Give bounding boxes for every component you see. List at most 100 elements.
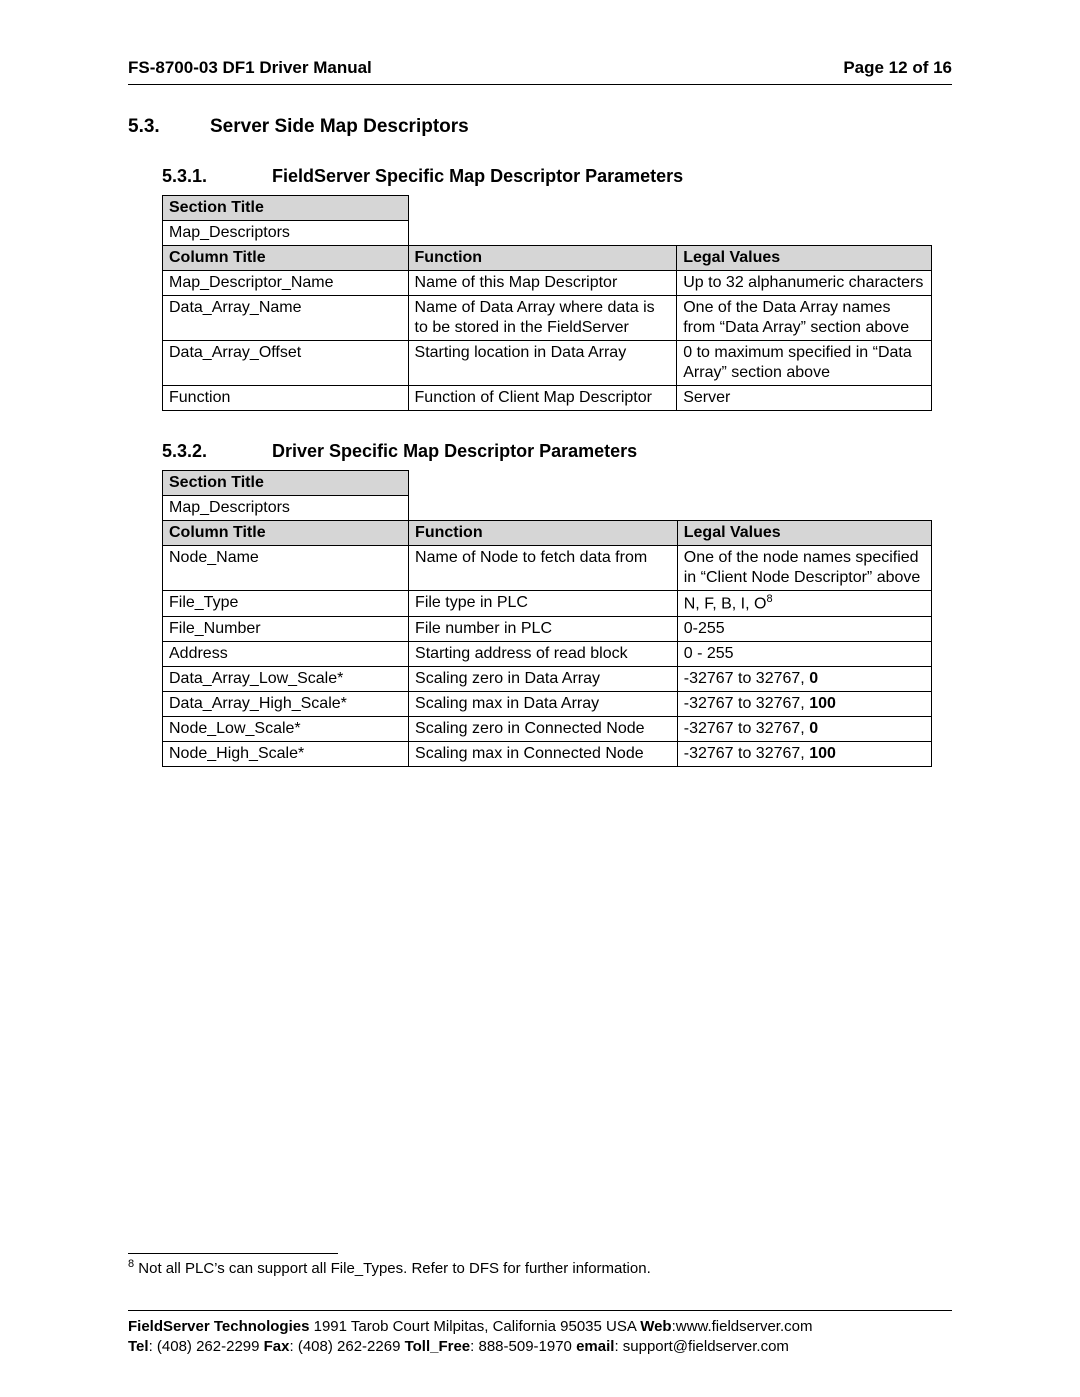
footer-toll-label: Toll_Free bbox=[405, 1338, 471, 1355]
function-cell: Scaling max in Data Array bbox=[409, 692, 678, 717]
section-title-label: Section Title bbox=[163, 471, 409, 496]
page-number: Page 12 of 16 bbox=[843, 58, 952, 78]
function-cell: File number in PLC bbox=[409, 617, 678, 642]
function-cell: Starting location in Data Array bbox=[408, 341, 677, 386]
footer-line-1: FieldServer Technologies 1991 Tarob Cour… bbox=[128, 1317, 952, 1337]
page: FS-8700-03 DF1 Driver Manual Page 12 of … bbox=[0, 0, 1080, 1397]
function-cell: Name of Node to fetch data from bbox=[409, 546, 678, 591]
column-title-header: Column Title bbox=[163, 521, 409, 546]
legal-values-cell: One of the node names specified in “Clie… bbox=[677, 546, 931, 591]
table-row: Map_Descriptor_NameName of this Map Desc… bbox=[163, 271, 932, 296]
function-cell: Scaling zero in Data Array bbox=[409, 667, 678, 692]
column-title-cell: Node_Name bbox=[163, 546, 409, 591]
parameters-table-2: Section TitleMap_DescriptorsColumn Title… bbox=[162, 470, 932, 767]
footer-tel-value: : (408) 262-2299 bbox=[149, 1338, 264, 1355]
doc-title: FS-8700-03 DF1 Driver Manual bbox=[128, 58, 372, 78]
column-title-cell: Data_Array_Low_Scale* bbox=[163, 667, 409, 692]
section-number: 5.3. bbox=[128, 116, 210, 138]
footer-line-2: Tel: (408) 262-2299 Fax: (408) 262-2269 … bbox=[128, 1337, 952, 1357]
table-row: File_NumberFile number in PLC0-255 bbox=[163, 617, 932, 642]
legal-values-cell: 0 to maximum specified in “Data Array” s… bbox=[677, 341, 932, 386]
column-title-cell: File_Number bbox=[163, 617, 409, 642]
footer-email-value: : support@fieldserver.com bbox=[614, 1338, 788, 1355]
section-title-label: Section Title bbox=[163, 196, 409, 221]
section-title-value: Map_Descriptors bbox=[163, 496, 409, 521]
section-heading: 5.3. Server Side Map Descriptors bbox=[128, 116, 952, 138]
column-title-cell: Data_Array_Offset bbox=[163, 341, 409, 386]
legal-values-cell: -32767 to 32767, 100 bbox=[677, 692, 931, 717]
legal-values-cell: 0-255 bbox=[677, 617, 931, 642]
table-row: Node_NameName of Node to fetch data from… bbox=[163, 546, 932, 591]
default-value: 0 bbox=[809, 670, 818, 687]
column-title-cell: Map_Descriptor_Name bbox=[163, 271, 409, 296]
footer-email-label: email bbox=[576, 1338, 614, 1355]
footnote-separator bbox=[128, 1253, 338, 1254]
table-row: Data_Array_Low_Scale*Scaling zero in Dat… bbox=[163, 667, 932, 692]
section-title-value: Map_Descriptors bbox=[163, 221, 409, 246]
footer-address: 1991 Tarob Court Milpitas, California 95… bbox=[309, 1318, 640, 1335]
footnote: 8 Not all PLC’s can support all File_Typ… bbox=[128, 1253, 952, 1277]
page-header: FS-8700-03 DF1 Driver Manual Page 12 of … bbox=[128, 58, 952, 84]
column-title-header: Column Title bbox=[163, 246, 409, 271]
section-title: Server Side Map Descriptors bbox=[210, 116, 469, 138]
table-row: Data_Array_High_Scale*Scaling max in Dat… bbox=[163, 692, 932, 717]
function-header: Function bbox=[408, 246, 677, 271]
empty-cell bbox=[408, 221, 931, 246]
column-title-cell: Data_Array_Name bbox=[163, 296, 409, 341]
default-value: 100 bbox=[809, 745, 836, 762]
legal-values-cell: -32767 to 32767, 0 bbox=[677, 667, 931, 692]
legal-values-cell: Up to 32 alphanumeric characters bbox=[677, 271, 932, 296]
footer-company: FieldServer Technologies bbox=[128, 1318, 309, 1335]
table-row: Data_Array_NameName of Data Array where … bbox=[163, 296, 932, 341]
table-row: Node_High_Scale*Scaling max in Connected… bbox=[163, 742, 932, 767]
column-title-cell: Node_Low_Scale* bbox=[163, 717, 409, 742]
column-title-cell: Function bbox=[163, 386, 409, 411]
column-title-cell: Data_Array_High_Scale* bbox=[163, 692, 409, 717]
subsection-title: FieldServer Specific Map Descriptor Para… bbox=[272, 166, 683, 187]
subsection-number: 5.3.1. bbox=[162, 166, 272, 187]
footnote-body: Not all PLC’s can support all File_Types… bbox=[134, 1260, 651, 1277]
legal-values-cell: -32767 to 32767, 0 bbox=[677, 717, 931, 742]
empty-cell bbox=[409, 496, 932, 521]
column-title-cell: Address bbox=[163, 642, 409, 667]
empty-cell bbox=[408, 196, 931, 221]
table-row: FunctionFunction of Client Map Descripto… bbox=[163, 386, 932, 411]
table-row: Node_Low_Scale*Scaling zero in Connected… bbox=[163, 717, 932, 742]
page-footer: FieldServer Technologies 1991 Tarob Cour… bbox=[128, 1310, 952, 1358]
function-cell: Scaling max in Connected Node bbox=[409, 742, 678, 767]
legal-values-header: Legal Values bbox=[677, 246, 932, 271]
function-header: Function bbox=[409, 521, 678, 546]
column-title-cell: File_Type bbox=[163, 591, 409, 617]
parameters-table-1: Section TitleMap_DescriptorsColumn Title… bbox=[162, 195, 932, 411]
function-cell: Name of Data Array where data is to be s… bbox=[408, 296, 677, 341]
empty-cell bbox=[409, 471, 932, 496]
subsection-title: Driver Specific Map Descriptor Parameter… bbox=[272, 441, 637, 462]
default-value: 0 bbox=[809, 720, 818, 737]
default-value: 100 bbox=[809, 695, 836, 712]
footer-fax-value: : (408) 262-2269 bbox=[290, 1338, 405, 1355]
legal-values-cell: N, F, B, I, O8 bbox=[677, 591, 931, 617]
footer-fax-label: Fax bbox=[264, 1338, 290, 1355]
legal-values-cell: Server bbox=[677, 386, 932, 411]
footer-web-label: Web bbox=[640, 1318, 671, 1335]
column-title-cell: Node_High_Scale* bbox=[163, 742, 409, 767]
subsection-heading: 5.3.1. FieldServer Specific Map Descript… bbox=[162, 166, 952, 187]
function-cell: Scaling zero in Connected Node bbox=[409, 717, 678, 742]
table-row: File_TypeFile type in PLCN, F, B, I, O8 bbox=[163, 591, 932, 617]
function-cell: Function of Client Map Descriptor bbox=[408, 386, 677, 411]
subsection-number: 5.3.2. bbox=[162, 441, 272, 462]
legal-values-header: Legal Values bbox=[677, 521, 931, 546]
footer-toll-value: : 888-509-1970 bbox=[470, 1338, 576, 1355]
legal-values-cell: 0 - 255 bbox=[677, 642, 931, 667]
subsection-heading: 5.3.2. Driver Specific Map Descriptor Pa… bbox=[162, 441, 952, 462]
table-row: AddressStarting address of read block0 -… bbox=[163, 642, 932, 667]
legal-values-cell: One of the Data Array names from “Data A… bbox=[677, 296, 932, 341]
function-cell: File type in PLC bbox=[409, 591, 678, 617]
function-cell: Name of this Map Descriptor bbox=[408, 271, 677, 296]
table-row: Data_Array_OffsetStarting location in Da… bbox=[163, 341, 932, 386]
footnote-ref: 8 bbox=[766, 593, 772, 605]
legal-values-cell: -32767 to 32767, 100 bbox=[677, 742, 931, 767]
footnote-text: 8 Not all PLC’s can support all File_Typ… bbox=[128, 1258, 952, 1277]
function-cell: Starting address of read block bbox=[409, 642, 678, 667]
footer-web-value: :www.fieldserver.com bbox=[672, 1318, 813, 1335]
